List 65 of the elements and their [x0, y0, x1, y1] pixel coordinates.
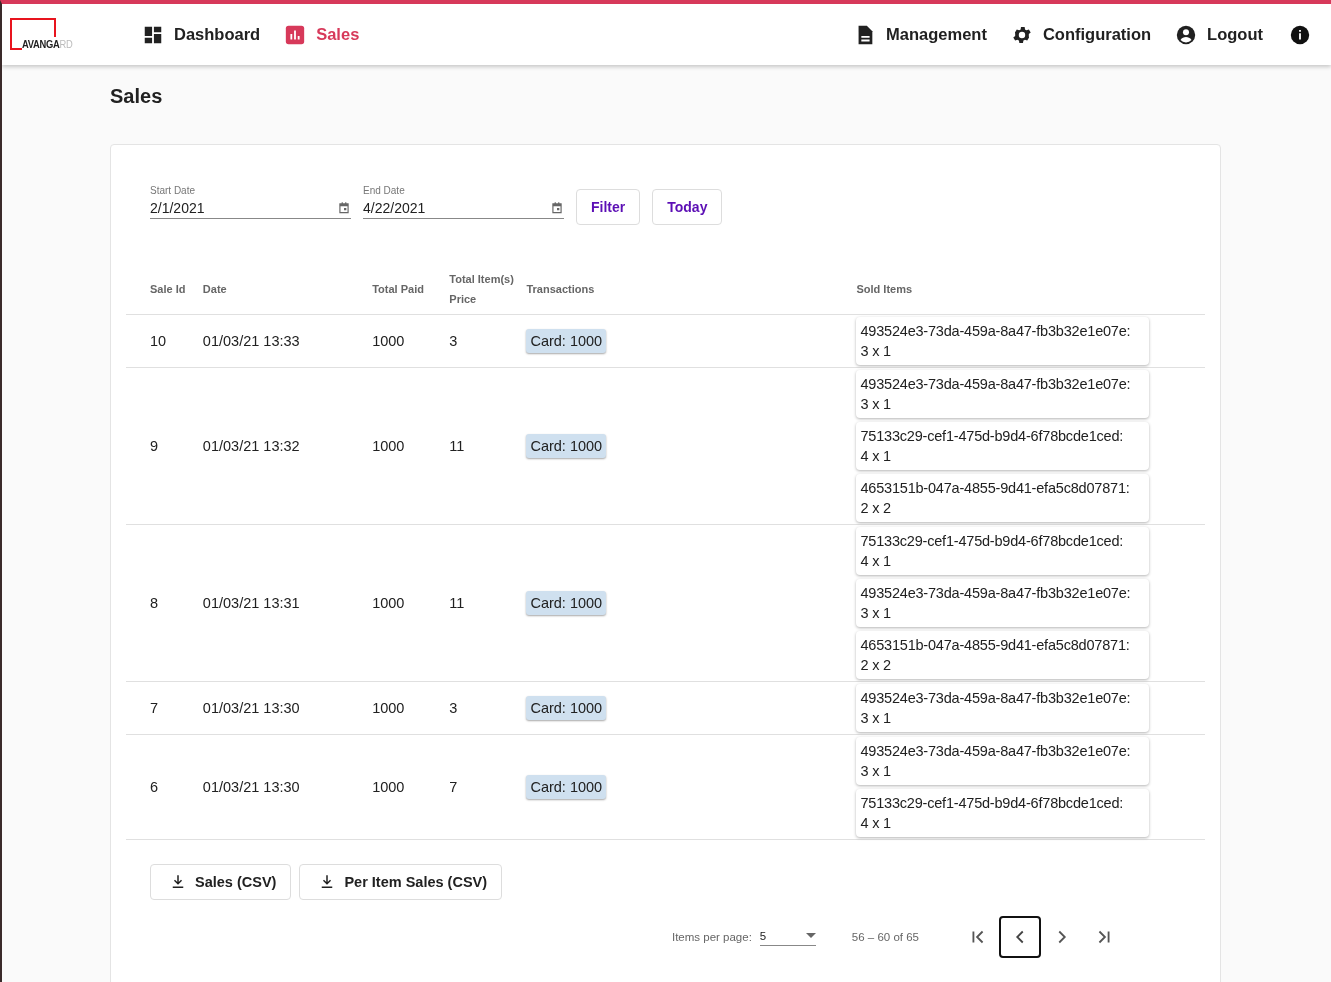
nav-tab[interactable]: Sales — [272, 17, 372, 52]
page-title: Sales — [110, 85, 164, 108]
column-header: Total Item(s) Price — [449, 272, 514, 305]
sold-item-card: 75133c29-cef1-475d-b9d4-6f78bcde1ced: 4 x 1 — [856, 422, 1150, 470]
date-input[interactable]: 4/22/2021 — [363, 200, 513, 216]
user-icon — [1175, 23, 1198, 46]
column-header: Sold Items — [856, 282, 913, 295]
sold-item-card: 493524e3-73da-459a-8a47-fb3b32e1e07e: 3 x 1 — [856, 370, 1150, 418]
table-cell: 6 — [150, 779, 159, 795]
sold-item-card: 4653151b-047a-4855-9d41-efa5c8d07871: 2 x 2 — [856, 631, 1150, 679]
calendar-icon[interactable] — [550, 201, 564, 215]
table-cell: 10 — [150, 333, 167, 349]
table-cell: 1000 — [372, 700, 405, 716]
sold-item-card: 493524e3-73da-459a-8a47-fb3b32e1e07e: 3 x 1 — [856, 684, 1150, 732]
date-input[interactable]: 2/1/2021 — [150, 200, 300, 216]
dropdown-arrow-icon — [805, 933, 816, 939]
column-header: Sale Id — [150, 282, 186, 295]
page-size-select[interactable]: 5 — [759, 928, 816, 946]
table-cell: 9 — [150, 438, 159, 454]
table-cell: 1000 — [372, 779, 405, 795]
column-header: Total Paid — [372, 282, 424, 295]
table-cell: 11 — [449, 595, 465, 611]
nav-link[interactable]: Management — [842, 17, 999, 52]
table-cell: 3 — [449, 700, 458, 716]
table-cell: 8 — [150, 595, 159, 611]
transaction-chip: Card: 1000 — [526, 591, 607, 615]
items-per-page-label: Items per page: — [671, 931, 752, 943]
table-cell: 01/03/21 13:32 — [202, 438, 300, 454]
page-range: 56 – 60 of 65 — [851, 931, 919, 943]
sold-item-card: 75133c29-cef1-475d-b9d4-6f78bcde1ced: 4 x 1 — [856, 527, 1150, 575]
table-cell: 1000 — [372, 438, 405, 454]
field-label: Start Date — [150, 185, 197, 196]
transaction-chip: Card: 1000 — [526, 434, 607, 458]
filter-button[interactable]: Filter — [576, 189, 641, 225]
table-cell: 7 — [150, 700, 159, 716]
field-label: End Date — [363, 185, 406, 196]
column-header: Transactions — [526, 282, 595, 295]
nav-link[interactable]: Logout — [1163, 17, 1275, 52]
column-header: Date — [202, 282, 227, 295]
export-button[interactable]: Sales (CSV) — [150, 864, 292, 900]
previous-page-button[interactable] — [999, 916, 1041, 958]
table-cell: 01/03/21 13:30 — [202, 779, 300, 795]
table-cell: 7 — [449, 779, 458, 795]
table-cell: 11 — [449, 438, 465, 454]
table-cell: 1000 — [372, 595, 405, 611]
nav-tab[interactable]: Dashboard — [130, 17, 273, 52]
table-cell: 01/03/21 13:31 — [202, 595, 300, 611]
table-cell: 3 — [449, 333, 458, 349]
sold-item-card: 75133c29-cef1-475d-b9d4-6f78bcde1ced: 4 x 1 — [856, 789, 1150, 837]
info-icon[interactable] — [1289, 23, 1311, 46]
sold-item-card: 493524e3-73da-459a-8a47-fb3b32e1e07e: 3 x 1 — [856, 317, 1150, 365]
table-cell: 1000 — [372, 333, 405, 349]
table-cell: 01/03/21 13:30 — [202, 700, 300, 716]
sold-item-card: 493524e3-73da-459a-8a47-fb3b32e1e07e: 3 x 1 — [856, 737, 1150, 785]
bar-chart-icon — [284, 23, 307, 46]
transaction-chip: Card: 1000 — [526, 696, 607, 720]
sold-item-card: 493524e3-73da-459a-8a47-fb3b32e1e07e: 3 x 1 — [856, 579, 1150, 627]
table-cell: 01/03/21 13:33 — [202, 333, 300, 349]
calendar-icon[interactable] — [337, 201, 351, 215]
export-button[interactable]: Per Item Sales (CSV) — [299, 864, 503, 900]
nav-link[interactable]: Configuration — [998, 17, 1164, 52]
sold-item-card: 4653151b-047a-4855-9d41-efa5c8d07871: 2 x 2 — [856, 474, 1150, 522]
transaction-chip: Card: 1000 — [526, 775, 607, 799]
filter-button[interactable]: Today — [652, 189, 723, 225]
transaction-chip: Card: 1000 — [526, 329, 607, 353]
